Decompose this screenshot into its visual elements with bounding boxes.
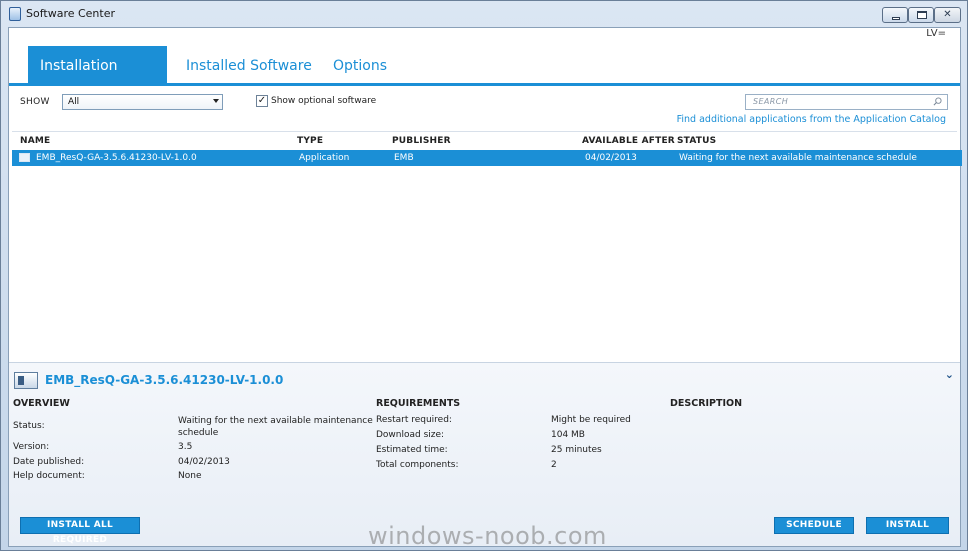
schedule-button[interactable]: SCHEDULE	[774, 517, 854, 534]
tab-options[interactable]: Options	[321, 46, 399, 86]
grid-header: NAME TYPE PUBLISHER AVAILABLE AFTER STAT…	[12, 131, 957, 149]
row-name: EMB_ResQ-GA-3.5.6.41230-LV-1.0.0	[36, 153, 197, 163]
search-input[interactable]: SEARCH	[745, 94, 948, 110]
application-icon	[19, 153, 30, 162]
search-placeholder: SEARCH	[753, 97, 789, 106]
row-publisher: EMB	[394, 153, 414, 163]
overview-status-value: Waiting for the next available maintenan…	[178, 416, 373, 438]
show-optional-checkbox[interactable]: ✓	[256, 95, 268, 107]
user-label: LV=	[926, 28, 946, 39]
title-bar[interactable]: Software Center ✕	[1, 1, 967, 27]
show-optional-label[interactable]: Show optional software	[271, 96, 376, 106]
overview-date-key: Date published:	[13, 457, 85, 467]
overview-help-key: Help document:	[13, 471, 85, 481]
close-icon: ✕	[943, 9, 952, 20]
minimize-button[interactable]	[882, 7, 908, 23]
row-status: Waiting for the next available maintenan…	[679, 153, 917, 163]
overview-version-value: 3.5	[178, 442, 193, 452]
show-filter-select[interactable]: All	[62, 94, 223, 110]
application-icon	[14, 372, 38, 389]
requirements-download-key: Download size:	[376, 430, 445, 440]
maximize-button[interactable]	[908, 7, 934, 23]
column-header-publisher[interactable]: PUBLISHER	[392, 136, 451, 146]
table-row[interactable]: EMB_ResQ-GA-3.5.6.41230-LV-1.0.0 Applica…	[12, 150, 962, 166]
row-type: Application	[299, 153, 350, 163]
description-heading: DESCRIPTION	[670, 398, 743, 409]
overview-status-key: Status:	[13, 421, 45, 431]
tab-installation-status[interactable]: Installation Status	[28, 46, 167, 114]
show-label: SHOW	[20, 97, 50, 107]
overview-heading: OVERVIEW	[13, 398, 70, 409]
requirements-time-key: Estimated time:	[376, 445, 448, 455]
requirements-restart-key: Restart required:	[376, 415, 452, 425]
software-center-icon	[9, 7, 21, 21]
requirements-components-value: 2	[551, 460, 557, 470]
search-icon[interactable]	[933, 97, 942, 106]
install-button[interactable]: INSTALL	[866, 517, 949, 534]
column-header-available-after[interactable]: AVAILABLE AFTER	[582, 136, 675, 146]
application-catalog-link[interactable]: Find additional applications from the Ap…	[677, 114, 946, 125]
overview-version-key: Version:	[13, 442, 50, 452]
requirements-restart-value: Might be required	[551, 415, 631, 425]
row-available-after: 04/02/2013	[585, 153, 637, 163]
requirements-components-key: Total components:	[376, 460, 459, 470]
chevron-down-icon[interactable]: ⌄	[945, 368, 954, 381]
column-header-name[interactable]: NAME	[20, 136, 50, 146]
install-all-required-button[interactable]: INSTALL ALL REQUIRED	[20, 517, 140, 545]
window-title: Software Center	[26, 7, 116, 20]
requirements-download-value: 104 MB	[551, 430, 585, 440]
column-header-status[interactable]: STATUS	[677, 136, 716, 146]
overview-date-value: 04/02/2013	[178, 457, 230, 467]
tab-strip: Installation Status Installed Software O…	[9, 46, 960, 114]
software-center-window: Software Center ✕ LV= Installation Statu…	[0, 0, 968, 551]
main-client-area: LV= Installation Status Installed Softwa…	[8, 27, 962, 547]
tab-installed-software[interactable]: Installed Software	[174, 46, 324, 86]
requirements-time-value: 25 minutes	[551, 445, 602, 455]
column-header-type[interactable]: TYPE	[297, 136, 323, 146]
overview-help-value: None	[178, 471, 202, 481]
maximize-icon	[917, 11, 927, 19]
watermark: windows-noob.com	[368, 522, 607, 550]
show-filter-value: All	[68, 97, 80, 107]
chevron-down-icon	[213, 99, 219, 103]
details-title: EMB_ResQ-GA-3.5.6.41230-LV-1.0.0	[45, 373, 284, 387]
requirements-heading: REQUIREMENTS	[376, 398, 461, 409]
minimize-icon	[892, 17, 900, 20]
close-button[interactable]: ✕	[934, 7, 961, 23]
